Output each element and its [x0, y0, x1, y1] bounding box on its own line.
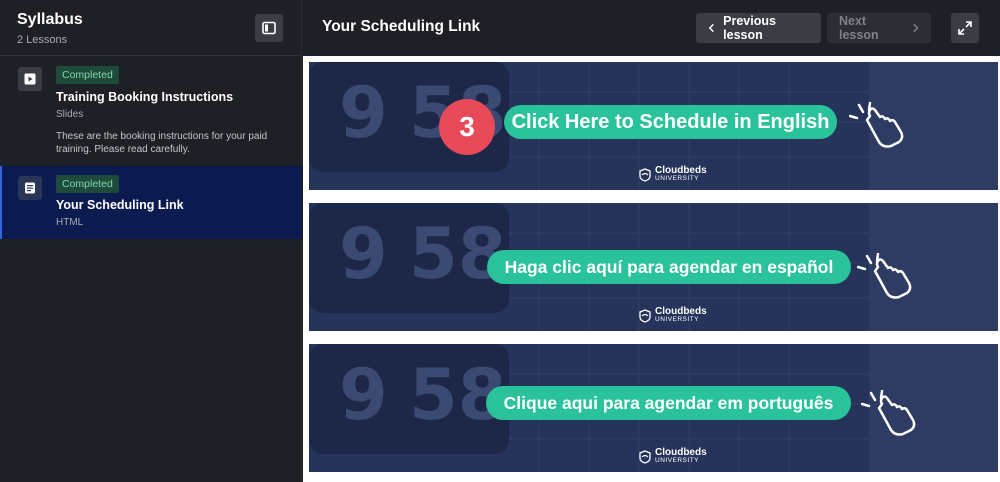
status-badge: Completed: [56, 66, 119, 84]
schedule-portuguese-link[interactable]: Clique aqui para agendar em português: [486, 386, 851, 420]
cloudbeds-university-logo: Cloudbeds UNIVERSITY: [639, 165, 707, 183]
syllabus-sidebar: Syllabus 2 Lessons Completed Training Bo…: [0, 0, 302, 482]
page-title: Your Scheduling Link: [322, 18, 481, 35]
chevron-right-icon: [912, 23, 919, 33]
tap-hand-icon: [861, 390, 916, 436]
schedule-spanish-link[interactable]: Haga clic aquí para agendar en español: [487, 250, 851, 284]
lesson-title: Your Scheduling Link: [56, 198, 184, 212]
svg-text:9: 9: [339, 354, 388, 436]
brand-sub: UNIVERSITY: [655, 316, 700, 323]
chevron-left-icon: [708, 23, 714, 33]
cloudbeds-university-logo: Cloudbeds UNIVERSITY: [639, 447, 707, 465]
cloudbeds-university-logo: Cloudbeds UNIVERSITY: [639, 306, 707, 324]
sidebar-toggle-icon: [262, 21, 276, 35]
lesson-type: Slides: [56, 109, 84, 120]
shield-logo-icon: [639, 450, 651, 464]
shield-logo-icon: [639, 309, 651, 323]
lesson-type: HTML: [56, 217, 84, 228]
next-lesson-label: Next lesson: [839, 14, 879, 42]
shield-logo-icon: [639, 168, 651, 182]
collapse-sidebar-button[interactable]: [255, 14, 283, 42]
play-icon: [18, 67, 42, 91]
status-badge: Completed: [56, 175, 119, 193]
schedule-english-banner[interactable]: 9 58 3 Click Here to Schedule in English: [309, 62, 998, 190]
lesson-item-scheduling-link[interactable]: Completed Your Scheduling Link HTML: [0, 166, 302, 239]
tap-hand-icon: [857, 253, 912, 299]
schedule-portuguese-banner[interactable]: 9 58 Clique aqui para agendar em portugu…: [309, 344, 998, 472]
expand-icon: [958, 21, 972, 35]
document-icon: [18, 176, 42, 200]
lesson-title: Training Booking Instructions: [56, 90, 234, 104]
lesson-count: 2 Lessons: [17, 34, 68, 46]
lesson-description: These are the booking instructions for y…: [56, 131, 268, 155]
fullscreen-button[interactable]: [951, 13, 979, 43]
brand-sub: UNIVERSITY: [655, 175, 700, 182]
lesson-main: Your Scheduling Link Previous lesson Nex…: [303, 0, 1000, 482]
svg-text:9: 9: [339, 213, 388, 295]
sidebar-header: Syllabus 2 Lessons: [0, 0, 301, 56]
step-number-badge: 3: [439, 99, 495, 155]
previous-lesson-button[interactable]: Previous lesson: [696, 13, 821, 43]
previous-lesson-label: Previous lesson: [723, 14, 776, 42]
brand-name: Cloudbeds: [655, 306, 707, 317]
brand-name: Cloudbeds: [655, 447, 707, 458]
schedule-english-link[interactable]: Click Here to Schedule in English: [504, 105, 837, 139]
brand-name: Cloudbeds: [655, 165, 707, 176]
next-lesson-button[interactable]: Next lesson: [827, 13, 931, 43]
brand-sub: UNIVERSITY: [655, 457, 700, 464]
schedule-spanish-banner[interactable]: 9 58 Haga clic aquí para agendar en espa…: [309, 203, 998, 331]
lesson-topbar: Your Scheduling Link Previous lesson Nex…: [303, 0, 1000, 56]
lesson-item-training-booking[interactable]: Completed Training Booking Instructions …: [0, 57, 302, 165]
lesson-content: 9 58 3 Click Here to Schedule in English: [303, 56, 1000, 482]
sidebar-title: Syllabus: [17, 11, 83, 28]
svg-text:9: 9: [339, 72, 388, 154]
tap-hand-icon: [849, 102, 904, 148]
